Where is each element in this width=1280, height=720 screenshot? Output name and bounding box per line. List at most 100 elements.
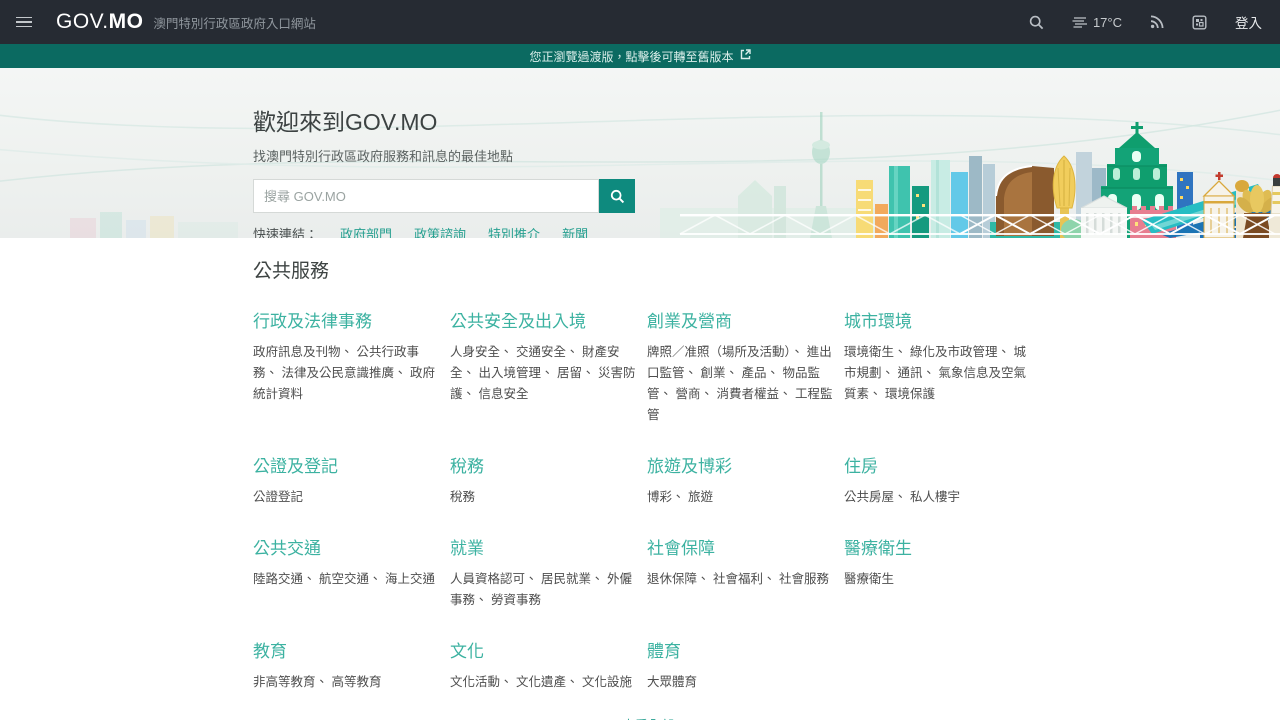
service-item-link[interactable]: 營商 [676, 387, 701, 401]
service-item-link[interactable]: 文化遺產 [516, 675, 566, 689]
service-category: 公共交通陸路交通、 航空交通、 海上交通 [253, 534, 443, 611]
quick-link-policy-consultation[interactable]: 政策諮詢 [414, 224, 466, 238]
service-category-title[interactable]: 旅遊及博彩 [647, 452, 837, 477]
notice-message: 您正瀏覽過渡版，點擊後可轉至舊版本 [529, 48, 733, 65]
service-item-link[interactable]: 旅遊 [688, 490, 713, 504]
service-item-link[interactable]: 文化設施 [582, 675, 632, 689]
search-icon[interactable] [1029, 15, 1044, 30]
service-item-link[interactable]: 環境保護 [885, 387, 935, 401]
search-submit-button[interactable] [599, 179, 635, 213]
skyline-faded-background [660, 112, 875, 238]
service-category: 旅遊及博彩博彩、 旅遊 [647, 452, 837, 508]
service-category-title[interactable]: 醫療衛生 [844, 534, 1034, 559]
service-category-title[interactable]: 體育 [647, 637, 837, 662]
service-category-title[interactable]: 就業 [450, 534, 640, 559]
service-item-link[interactable]: 社會福利 [713, 572, 763, 586]
service-item-link[interactable]: 私人樓宇 [910, 490, 960, 504]
service-category-items: 退休保障、 社會福利、 社會服務 [647, 569, 837, 590]
weather-widget[interactable]: 17°C [1072, 15, 1122, 30]
service-item-link[interactable]: 綠化及市政管理 [910, 345, 998, 359]
service-category-title[interactable]: 城市環境 [844, 307, 1034, 332]
service-category: 公證及登記公證登記 [253, 452, 443, 508]
service-item-link[interactable]: 高等教育 [332, 675, 382, 689]
service-category-items: 非高等教育、 高等教育 [253, 672, 443, 693]
service-category-title[interactable]: 稅務 [450, 452, 640, 477]
service-category-items: 環境衛生、 綠化及市政管理、 城市規劃、 通訊、 氣象信息及空氣質素、 環境保護 [844, 342, 1034, 405]
govmo-logo[interactable]: GOV.MO [56, 10, 143, 34]
service-item-link[interactable]: 退休保障 [647, 572, 697, 586]
search-bar [253, 179, 635, 213]
service-item-link[interactable]: 產品 [742, 366, 767, 380]
service-category-items: 公共房屋、 私人樓宇 [844, 487, 1034, 508]
service-item-link[interactable]: 公證登記 [253, 490, 303, 504]
service-item-link[interactable]: 法律及公民意識推廣 [282, 366, 395, 380]
service-item-link[interactable]: 創業 [701, 366, 726, 380]
service-item-link[interactable]: 消費者權益 [717, 387, 780, 401]
service-category: 城市環境環境衛生、 綠化及市政管理、 城市規劃、 通訊、 氣象信息及空氣質素、 … [844, 307, 1034, 426]
service-category-title[interactable]: 文化 [450, 637, 640, 662]
service-category-title[interactable]: 住房 [844, 452, 1034, 477]
service-item-link[interactable]: 通訊 [898, 366, 923, 380]
service-item-link[interactable]: 航空交通 [319, 572, 369, 586]
service-item-link[interactable]: 勞資事務 [491, 593, 541, 607]
service-category-title[interactable]: 公證及登記 [253, 452, 443, 477]
service-item-link[interactable]: 政府訊息及刊物 [253, 345, 341, 359]
public-services-section: 公共服務 行政及法律事務政府訊息及刊物、 公共行政事務、 法律及公民意識推廣、 … [0, 238, 1280, 720]
site-subtitle: 澳門特別行政區政府入口網站 [153, 13, 316, 32]
service-item-link[interactable]: 牌照／准照（場所及活動） [647, 345, 791, 359]
service-item-link[interactable]: 公共房屋 [844, 490, 894, 504]
quick-link-highlights[interactable]: 特別推介 [488, 224, 540, 238]
service-item-link[interactable]: 人身安全 [450, 345, 500, 359]
service-category: 醫療衛生醫療衛生 [844, 534, 1034, 611]
version-notice-banner[interactable]: 您正瀏覽過渡版，點擊後可轉至舊版本 [0, 44, 1280, 68]
service-category-items: 文化活動、 文化遺產、 文化設施 [450, 672, 640, 693]
service-item-link[interactable]: 環境衛生 [844, 345, 894, 359]
service-item-link[interactable]: 海上交通 [385, 572, 435, 586]
search-input[interactable] [253, 179, 599, 213]
service-category-title[interactable]: 創業及營商 [647, 307, 837, 332]
service-category: 體育大眾體育 [647, 637, 837, 693]
service-category-items: 政府訊息及刊物、 公共行政事務、 法律及公民意識推廣、 政府統計資料 [253, 342, 443, 405]
service-item-link[interactable]: 出入境管理 [479, 366, 542, 380]
service-category: 行政及法律事務政府訊息及刊物、 公共行政事務、 法律及公民意識推廣、 政府統計資… [253, 307, 443, 426]
services-grid: 行政及法律事務政府訊息及刊物、 公共行政事務、 法律及公民意識推廣、 政府統計資… [253, 307, 1043, 693]
service-item-link[interactable]: 非高等教育 [253, 675, 316, 689]
service-category-title[interactable]: 公共交通 [253, 534, 443, 559]
service-item-link[interactable]: 大眾體育 [647, 675, 697, 689]
rss-icon[interactable] [1150, 15, 1164, 29]
logo-text-gov: GOV. [56, 10, 109, 33]
service-category-items: 博彩、 旅遊 [647, 487, 837, 508]
service-category: 住房公共房屋、 私人樓宇 [844, 452, 1034, 508]
service-item-link[interactable]: 居留 [557, 366, 582, 380]
service-item-link[interactable]: 稅務 [450, 490, 475, 504]
hero-title: 歡迎來到GOV.MO [253, 103, 635, 137]
service-category-title[interactable]: 社會保障 [647, 534, 837, 559]
service-category-title[interactable]: 公共安全及出入境 [450, 307, 640, 332]
service-item-link[interactable]: 居民就業 [541, 572, 591, 586]
quick-link-news[interactable]: 新聞 [562, 224, 588, 238]
login-button[interactable]: 登入 [1235, 12, 1262, 32]
top-navbar: GOV.MO 澳門特別行政區政府入口網站 17°C 登入 [0, 0, 1280, 44]
service-category-items: 大眾體育 [647, 672, 837, 693]
service-category: 文化文化活動、 文化遺產、 文化設施 [450, 637, 640, 693]
service-item-link[interactable]: 博彩 [647, 490, 672, 504]
service-item-link[interactable]: 人員資格認可 [450, 572, 525, 586]
service-item-link[interactable]: 陸路交通 [253, 572, 303, 586]
service-category-title[interactable]: 教育 [253, 637, 443, 662]
service-category-title[interactable]: 行政及法律事務 [253, 307, 443, 332]
mobile-app-icon[interactable] [1192, 15, 1207, 30]
service-category-items: 人員資格認可、 居民就業、 外僱事務、 勞資事務 [450, 569, 640, 611]
menu-icon[interactable] [16, 14, 32, 31]
service-category: 公共安全及出入境人身安全、 交通安全、 財產安全、 出入境管理、 居留、 災害防… [450, 307, 640, 426]
service-item-link[interactable]: 社會服務 [779, 572, 829, 586]
service-item-link[interactable]: 醫療衛生 [844, 572, 894, 586]
service-item-link[interactable]: 信息安全 [479, 387, 529, 401]
quick-link-departments[interactable]: 政府部門 [340, 224, 392, 238]
search-icon [610, 189, 625, 204]
section-title: 公共服務 [253, 256, 1280, 283]
service-item-link[interactable]: 文化活動 [450, 675, 500, 689]
service-category-items: 陸路交通、 航空交通、 海上交通 [253, 569, 443, 590]
service-item-link[interactable]: 交通安全 [516, 345, 566, 359]
navbar-actions: 17°C 登入 [1029, 12, 1262, 32]
logo-text-mo: MO [109, 10, 144, 33]
